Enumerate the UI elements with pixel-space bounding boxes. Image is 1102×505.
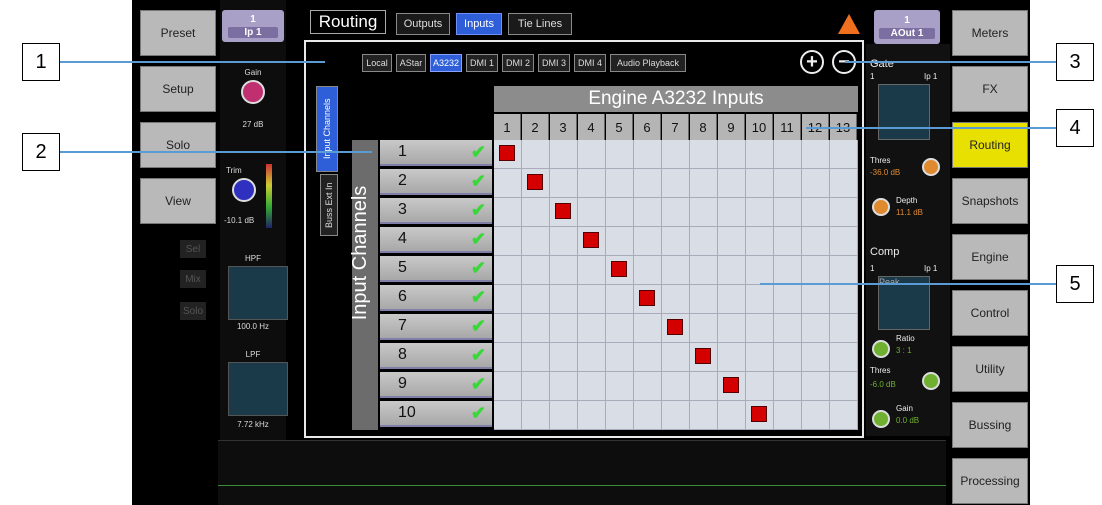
callout-arrows (60, 61, 1056, 285)
